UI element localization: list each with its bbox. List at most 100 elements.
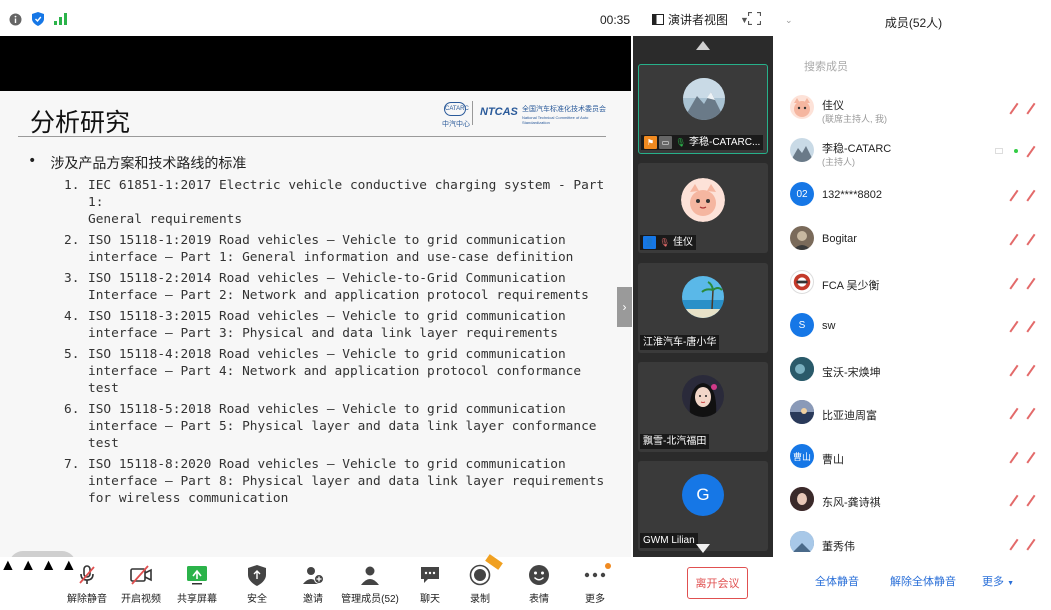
- member-role: (主持人): [822, 157, 855, 167]
- initials-avatar: S: [790, 313, 814, 337]
- video-off-icon: [129, 563, 153, 587]
- ntcas-logo-en: National Technical Committee of Auto Sta…: [522, 115, 589, 125]
- video-tile[interactable]: 👤 🎙 佳仪: [638, 163, 768, 253]
- reactions-button[interactable]: 表情: [525, 563, 553, 607]
- video-off-icon: [1009, 320, 1018, 332]
- photo-avatar: [790, 487, 814, 511]
- video-tile[interactable]: G GWM Lilian: [638, 461, 768, 551]
- mic-active-icon: [1014, 149, 1018, 153]
- video-off-icon: [1009, 364, 1018, 376]
- photo-avatar: [790, 400, 814, 424]
- member-row[interactable]: 02 132****8802: [776, 175, 1051, 217]
- collapse-video-strip-button[interactable]: ›: [617, 287, 632, 327]
- participant-name-tag: ⚑ ▭ 🎙 李稳-CATARC...: [641, 135, 764, 150]
- more-options-button[interactable]: 更多 ▼: [982, 573, 1014, 589]
- video-off-icon: [1009, 189, 1018, 201]
- scroll-down-icon[interactable]: [696, 544, 710, 553]
- chat-button[interactable]: 聊天: [416, 563, 444, 607]
- video-tile[interactable]: ⚑ ▭ 🎙 李稳-CATARC...: [638, 64, 768, 154]
- unmute-button[interactable]: 解除静音: [66, 563, 108, 607]
- speaker-view-icon: [652, 14, 664, 25]
- member-row[interactable]: 曹山 曹山: [776, 437, 1051, 479]
- ntcas-logo-cn: 全国汽车标准化技术委员会: [522, 106, 606, 113]
- chevron-up-icon[interactable]: ▲: [41, 557, 57, 574]
- video-off-icon: [1009, 233, 1018, 245]
- video-off-icon: [1009, 451, 1018, 463]
- shield-icon[interactable]: [31, 12, 45, 26]
- mic-muted-icon: [1026, 102, 1035, 114]
- members-panel-footer: 全体静音 解除全体静音 更多 ▼: [776, 564, 1051, 600]
- leave-meeting-button[interactable]: 离开会议: [687, 567, 748, 599]
- member-name: 东风-龚诗祺: [822, 497, 881, 509]
- mic-muted-icon: [1026, 233, 1035, 245]
- more-button[interactable]: 更多: [581, 563, 609, 607]
- cartoon-avatar: [790, 95, 814, 119]
- info-icon[interactable]: [8, 12, 22, 26]
- member-row[interactable]: 李稳-CATARC (主持人): [776, 131, 1051, 173]
- fullscreen-icon[interactable]: [747, 11, 762, 26]
- member-name: 比亚迪周富: [822, 410, 877, 422]
- member-name: 132****8802: [822, 189, 882, 201]
- chevron-right-icon: ›: [622, 300, 627, 314]
- video-off-icon: [1009, 538, 1018, 550]
- photo-avatar: [790, 531, 814, 552]
- scroll-up-icon[interactable]: [696, 41, 710, 50]
- video-off-icon: [1009, 407, 1018, 419]
- logo-divider: [472, 101, 473, 125]
- member-row[interactable]: 比亚迪周富: [776, 393, 1051, 435]
- unmute-all-button[interactable]: 解除全体静音: [890, 573, 956, 589]
- meeting-timer: 00:35: [600, 13, 631, 27]
- invite-button[interactable]: 邀请: [299, 563, 327, 607]
- chevron-up-icon[interactable]: ▲: [0, 557, 16, 574]
- member-row[interactable]: FCA 吴少衡: [776, 263, 1051, 305]
- member-row[interactable]: 董秀伟: [776, 524, 1051, 552]
- manage-members-button[interactable]: 管理成员(52): [341, 563, 399, 607]
- member-name: 李稳-CATARC: [822, 143, 892, 155]
- member-row[interactable]: S sw: [776, 306, 1051, 348]
- member-row[interactable]: 佳仪 (联席主持人, 我): [776, 88, 1051, 130]
- mountain-avatar: [790, 138, 814, 162]
- signal-icon[interactable]: [53, 12, 67, 26]
- view-switch[interactable]: 演讲者视图 ▼: [652, 11, 749, 28]
- security-button[interactable]: 安全: [243, 563, 271, 607]
- shared-screen-area: 分析研究 CATARC 中汽中心 NTCAS 全国汽车标准化技术委员会 Nati…: [0, 36, 631, 579]
- initials-avatar: 02: [790, 182, 814, 206]
- bullet-dot-icon: •: [28, 153, 37, 169]
- member-name: FCA 吴少衡: [822, 280, 880, 292]
- meeting-window: 00:35 演讲者视图 ▼ 分析研究 CATARC 中汽中心 NTCAS 全国汽…: [0, 0, 1051, 610]
- photo-avatar: [790, 226, 814, 250]
- member-name: Bogitar: [822, 233, 857, 245]
- list-item: 5. ISO 15118-4:2018 Road vehicles — Vehic…: [64, 347, 582, 396]
- mic-muted-icon: [1026, 277, 1035, 289]
- member-name: 宝沃-宋焕坤: [822, 367, 881, 379]
- member-row[interactable]: Bogitar: [776, 219, 1051, 261]
- video-tile[interactable]: 飘雪-北汽福田: [638, 362, 768, 452]
- share-screen-button[interactable]: 共享屏幕: [176, 563, 218, 607]
- chevron-down-icon: ▼: [1007, 580, 1014, 587]
- member-row[interactable]: 东风-龚诗祺: [776, 480, 1051, 522]
- microphone-icon: 🎙: [675, 138, 686, 147]
- start-video-button[interactable]: 开启视频: [120, 563, 162, 607]
- logo-avatar: [790, 270, 814, 294]
- member-search-input[interactable]: 搜索成员: [804, 58, 848, 74]
- list-item: 4. ISO 15118-3:2015 Road vehicles — Vehic…: [64, 309, 566, 341]
- record-button[interactable]: 录制: [466, 563, 494, 607]
- member-row[interactable]: 宝沃-宋焕坤: [776, 350, 1051, 392]
- list-item: 3. ISO 15118-2:2014 Road vehicles — Vehic…: [64, 271, 589, 303]
- girl-avatar: [682, 375, 724, 417]
- organization-logo: CATARC 中汽中心 NTCAS 全国汽车标准化技术委员会 National …: [440, 99, 610, 129]
- list-item: 7. ISO 15118-8:2020 Road vehicles — Vehic…: [64, 457, 605, 506]
- participant-name-tag: 飘雪-北汽福田: [640, 434, 710, 449]
- bullet-text: 涉及产品方案和技术路线的标准: [50, 156, 247, 172]
- participant-name-tag: 江淮汽车-唐小华: [640, 335, 720, 350]
- video-off-icon: [1009, 277, 1018, 289]
- add-user-icon: [301, 563, 325, 587]
- mute-all-button[interactable]: 全体静音: [815, 573, 859, 589]
- video-tile[interactable]: 江淮汽车-唐小华: [638, 263, 768, 353]
- slide-title: 分析研究: [30, 108, 131, 137]
- chevron-up-icon[interactable]: ▲: [20, 557, 36, 574]
- video-strip: ⚑ ▭ 🎙 李稳-CATARC... 👤 🎙 佳仪 江淮汽车-唐小华 飘雪-北汽…: [633, 36, 773, 557]
- mic-muted-icon: [1026, 538, 1035, 550]
- screen-share-icon: ▭: [659, 136, 672, 149]
- standards-list: 1. IEC 61851-1:2017 Electric vehicle cond…: [64, 177, 609, 511]
